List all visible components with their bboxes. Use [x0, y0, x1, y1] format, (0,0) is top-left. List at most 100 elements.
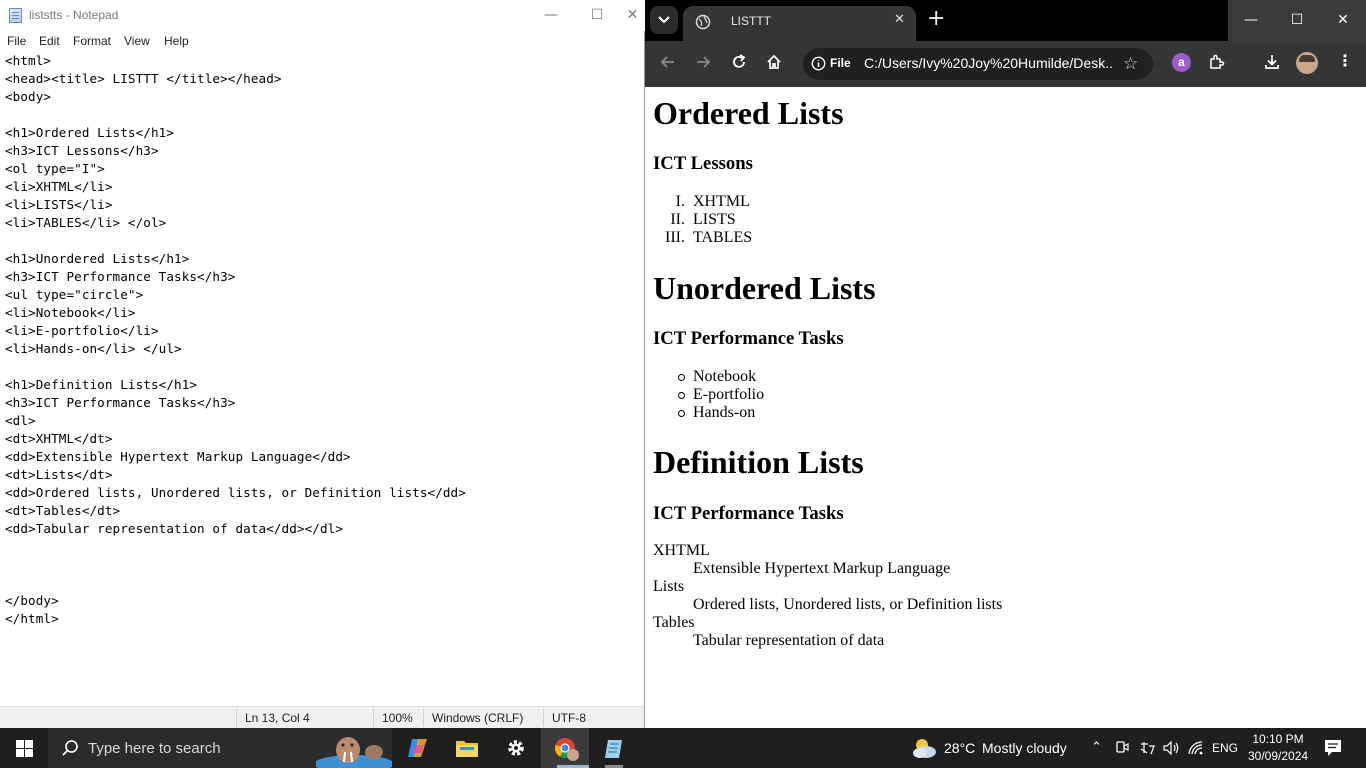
- show-hidden-icons-chevron-icon[interactable]: ⌃: [1091, 740, 1102, 755]
- menu-file[interactable]: File: [7, 34, 26, 48]
- close-button[interactable]: ✕: [620, 0, 645, 31]
- maximize-button[interactable]: ☐: [1274, 0, 1320, 41]
- minimize-button[interactable]: —: [1228, 0, 1274, 41]
- code-line: <dd>Extensible Hypertext Markup Language…: [5, 449, 351, 464]
- home-icon[interactable]: [765, 53, 783, 71]
- windows-logo-icon: [16, 749, 24, 757]
- weather-temperature[interactable]: 28°C: [944, 740, 975, 756]
- settings-app-icon[interactable]: [492, 728, 540, 768]
- profile-avatar[interactable]: [1296, 52, 1318, 74]
- chrome-app-icon[interactable]: [541, 728, 589, 768]
- more-menu-icon[interactable]: ⋮: [1337, 51, 1353, 70]
- code-line: <li>E-portfolio</li>: [5, 323, 159, 338]
- notepad-titlebar[interactable]: liststts - Notepad — ☐ ✕: [0, 0, 645, 31]
- status-encoding: UTF-8: [552, 711, 586, 725]
- code-line: <h1>Unordered Lists</h1>: [5, 251, 190, 266]
- windows-logo-icon: [16, 740, 24, 748]
- tab-strip[interactable]: LISTTT ✕ + — ☐ ✕: [645, 0, 1366, 41]
- globe-icon: [695, 14, 711, 30]
- copilot-app-icon[interactable]: [394, 728, 442, 768]
- code-line: <dt>XHTML</dt>: [5, 431, 113, 446]
- wifi-icon[interactable]: [1187, 740, 1205, 756]
- start-button[interactable]: [0, 728, 48, 768]
- input-method-icon[interactable]: [1139, 740, 1155, 756]
- definition-description: Tabular representation of data: [693, 632, 885, 649]
- code-line: <li>Notebook</li>: [5, 305, 136, 320]
- meet-now-icon[interactable]: [1115, 740, 1129, 756]
- code-line: <ol type="I">: [5, 161, 105, 176]
- list-item: Notebook: [693, 368, 757, 385]
- menu-view[interactable]: View: [124, 34, 150, 48]
- notification-center-icon[interactable]: [1324, 739, 1342, 757]
- code-line: </body>: [5, 593, 59, 608]
- tab-search-button[interactable]: [650, 6, 678, 34]
- list-item: E-portfolio: [693, 386, 765, 403]
- code-line: <h3>ICT Performance Tasks</h3>: [5, 395, 236, 410]
- language-indicator[interactable]: ENG: [1212, 741, 1238, 755]
- code-line: <li>XHTML</li>: [5, 179, 113, 194]
- info-icon[interactable]: [811, 56, 826, 71]
- minimize-button[interactable]: —: [528, 0, 574, 31]
- clock-time[interactable]: 10:10 PM: [1252, 732, 1304, 746]
- subheading-ict-performance-tasks: ICT Performance Tasks: [653, 328, 844, 349]
- code-line: </html>: [5, 611, 59, 626]
- circle-bullet-icon: [678, 374, 685, 381]
- cloud-sun-icon[interactable]: [910, 737, 938, 759]
- status-divider: [543, 709, 544, 727]
- list-item: Hands-on: [693, 404, 756, 421]
- browser-tab[interactable]: LISTTT ✕: [683, 6, 916, 41]
- close-button[interactable]: ✕: [1320, 0, 1366, 41]
- code-line: <h1>Definition Lists</h1>: [5, 377, 198, 392]
- weather-description[interactable]: Mostly cloudy: [982, 740, 1067, 756]
- code-line: <dt>Lists</dt>: [5, 467, 113, 482]
- status-divider: [373, 709, 374, 727]
- close-tab-icon[interactable]: ✕: [894, 12, 905, 27]
- file-scheme-chip: File: [830, 56, 851, 70]
- tab-title: LISTTT: [731, 14, 772, 28]
- circle-bullet-icon: [678, 410, 685, 417]
- maximize-button[interactable]: ☐: [574, 0, 620, 31]
- notepad-icon: [605, 740, 622, 758]
- notepad-app-icon: [9, 8, 22, 23]
- browser-toolbar: File C:/Users/Ivy%20Joy%20Humilde/Desk..…: [645, 41, 1366, 87]
- search-highlight-walrus-icon: [316, 728, 392, 768]
- code-line: <dd>Ordered lists, Unordered lists, or D…: [5, 485, 466, 500]
- code-line: <li>Hands-on</li> </ul>: [5, 341, 182, 356]
- puzzle-extensions-icon[interactable]: [1208, 53, 1226, 71]
- copilot-icon: [408, 739, 427, 757]
- reload-icon[interactable]: [730, 53, 748, 71]
- volume-icon[interactable]: [1162, 740, 1180, 756]
- code-line: <h3>ICT Performance Tasks</h3>: [5, 269, 236, 284]
- menu-format[interactable]: Format: [73, 34, 111, 48]
- search-icon: [62, 740, 78, 756]
- notepad-text-area[interactable]: <html> <head><title> LISTTT </title></hea…: [0, 51, 644, 706]
- menu-edit[interactable]: Edit: [39, 34, 60, 48]
- heading-ordered-lists: Ordered Lists: [653, 95, 844, 131]
- new-tab-button[interactable]: +: [927, 6, 945, 32]
- code-line: <dl>: [5, 413, 36, 428]
- notepad-app-icon[interactable]: [590, 728, 638, 768]
- back-icon[interactable]: [659, 53, 677, 71]
- extension-icon[interactable]: a: [1172, 53, 1191, 72]
- forward-icon[interactable]: [694, 53, 712, 71]
- download-icon[interactable]: [1263, 53, 1281, 71]
- list-item: TABLES: [693, 229, 753, 246]
- clock-date[interactable]: 30/09/2024: [1248, 749, 1308, 763]
- status-line-ending: Windows (CRLF): [432, 711, 524, 725]
- heading-unordered-lists: Unordered Lists: [653, 270, 876, 306]
- file-explorer-app-icon[interactable]: [443, 728, 491, 768]
- menu-help[interactable]: Help: [164, 34, 189, 48]
- list-marker: II.: [670, 211, 685, 228]
- subheading-ict-lessons: ICT Lessons: [653, 153, 753, 174]
- rendered-page: Ordered Lists ICT Lessons I. XHTML II. L…: [645, 87, 1366, 728]
- bookmark-star-icon[interactable]: ☆: [1123, 54, 1138, 74]
- address-bar[interactable]: File C:/Users/Ivy%20Joy%20Humilde/Desk..…: [803, 48, 1153, 80]
- definition-description: Extensible Hypertext Markup Language: [693, 560, 951, 577]
- heading-definition-lists: Definition Lists: [653, 444, 864, 480]
- code-line: <head><title> LISTTT </title></head>: [5, 71, 282, 86]
- taskbar-search-box[interactable]: Type here to search: [48, 728, 392, 768]
- url-text: C:/Users/Ivy%20Joy%20Humilde/Desk...: [864, 55, 1114, 71]
